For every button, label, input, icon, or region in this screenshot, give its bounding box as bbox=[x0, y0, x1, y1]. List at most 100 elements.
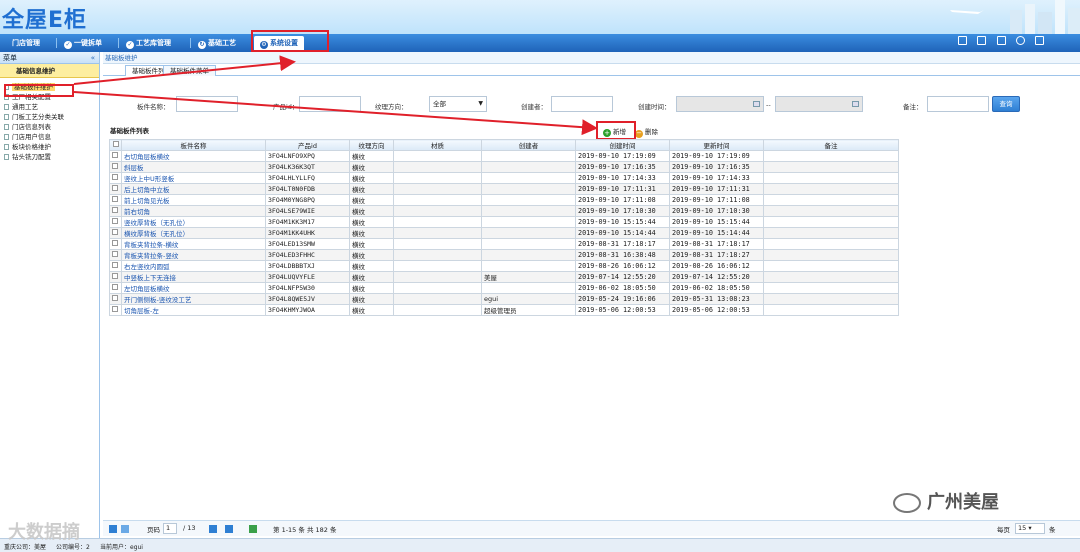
cell-name[interactable]: 开门侧侧板-竖纹没工艺 bbox=[121, 293, 266, 305]
status-bar: 重庆公司：美屋 公司编号：2 当前用户：egui bbox=[0, 538, 1080, 552]
table-row[interactable]: 开门侧侧板-竖纹没工艺 3FO4L8QWE5JV 横纹 egui 2019-05-24 … bbox=[109, 293, 899, 305]
cell-name[interactable]: 前右切角 bbox=[121, 205, 266, 217]
table-row[interactable]: 左切角层板横纹 3FO4LNFP5W30 横纹 2019-06-02 18:05:50… bbox=[109, 282, 899, 294]
table-row[interactable]: 切角层板-左 3FO4KHMYJWOA 横纹 超级管理员 2019-05-06 12:0… bbox=[109, 304, 899, 316]
table-row[interactable]: 后上切角中立板 3FO4LT0N0FDB 横纹 2019-09-10 17:11:31… bbox=[109, 183, 899, 195]
cell-name[interactable]: 左切角层板横纹 bbox=[121, 282, 266, 294]
row-checkbox[interactable] bbox=[109, 205, 122, 217]
cell-name[interactable]: 前上切角见光板 bbox=[121, 194, 266, 206]
row-checkbox[interactable] bbox=[109, 161, 122, 173]
sidebar-item-store-list[interactable]: 门店信息列表 bbox=[0, 122, 99, 132]
delete-button[interactable]: − 删除 bbox=[635, 127, 658, 138]
col-header-updated[interactable]: 更新时间 bbox=[669, 139, 764, 151]
nav-basic-process[interactable]: ↻ 基础工艺 bbox=[198, 34, 236, 52]
refresh-icon[interactable] bbox=[249, 525, 257, 533]
watermark-left: 大数据摘 bbox=[8, 522, 80, 543]
cell-name[interactable]: 背板夹背拉条-竖纹 bbox=[121, 249, 266, 261]
table-row[interactable]: 竖纹厚背板（无孔位） 3FO4M1KK3M17 横纹 2019-09-10 15:15… bbox=[109, 216, 899, 228]
product-filter-input[interactable] bbox=[299, 96, 361, 112]
col-header-product-id[interactable]: 产品id bbox=[265, 139, 350, 151]
nav-one-click-split[interactable]: ✓ 一键拆单 bbox=[64, 34, 102, 52]
cell-updated: 2019-09-10 17:11:08 bbox=[669, 194, 764, 206]
col-header-created[interactable]: 创建时间 bbox=[575, 139, 670, 151]
gear-icon[interactable] bbox=[1015, 36, 1025, 45]
cell-product-id: 3FO4KHMYJWOA bbox=[265, 304, 350, 316]
cell-name[interactable]: 横纹厚背板（无孔位） bbox=[121, 227, 266, 239]
cell-name[interactable]: 竖纹上中U形竖板 bbox=[121, 172, 266, 184]
row-checkbox[interactable] bbox=[109, 249, 122, 261]
document-icon[interactable] bbox=[977, 36, 987, 45]
breadcrumb: 基础板维护 bbox=[103, 52, 1080, 64]
row-checkbox[interactable] bbox=[109, 282, 122, 294]
table-row[interactable]: 斜层板 3FO4LK36K3QT 横纹 2019-09-10 17:16:35 2019… bbox=[109, 161, 899, 173]
row-checkbox[interactable] bbox=[109, 183, 122, 195]
remark-filter-input[interactable] bbox=[927, 96, 989, 112]
row-checkbox[interactable] bbox=[109, 293, 122, 305]
table-row[interactable]: 竖纹上中U形竖板 3FO4LHLYLLFQ 横纹 2019-09-10 17:14:3… bbox=[109, 172, 899, 184]
created-from-input[interactable] bbox=[676, 96, 764, 112]
calendar-icon[interactable] bbox=[852, 101, 859, 107]
row-checkbox[interactable] bbox=[109, 194, 122, 206]
table-row[interactable]: 前右切角 3FO4LSE79WIE 横纹 2019-09-10 17:10:30 201… bbox=[109, 205, 899, 217]
col-header-creator[interactable]: 创建者 bbox=[481, 139, 576, 151]
sidebar-group-basic-info[interactable]: 基础信息维护 bbox=[0, 64, 99, 78]
cell-material bbox=[393, 238, 482, 250]
table-row[interactable]: 右左竖纹内圆弧 3FO4LDBBBTXJ 横纹 2019-08-26 16:06:12… bbox=[109, 260, 899, 272]
cell-created: 2019-09-10 17:10:30 bbox=[575, 205, 670, 217]
sidebar-item-door-process-link[interactable]: 门板工艺分类关联 bbox=[0, 112, 99, 122]
calendar-icon[interactable] bbox=[753, 101, 760, 107]
nav-store-management[interactable]: 门店管理 bbox=[12, 34, 40, 52]
cell-name[interactable]: 中竖板上下无连接 bbox=[121, 271, 266, 283]
user-icon[interactable] bbox=[996, 36, 1006, 45]
sidebar-item-panel-price[interactable]: 板块价格维护 bbox=[0, 142, 99, 152]
row-checkbox[interactable] bbox=[109, 227, 122, 239]
col-header-remark[interactable]: 备注 bbox=[763, 139, 899, 151]
cell-name[interactable]: 后上切角中立板 bbox=[121, 183, 266, 195]
sidebar-item-store-users[interactable]: 门店用户信息 bbox=[0, 132, 99, 142]
minus-icon: − bbox=[635, 129, 643, 138]
created-to-input[interactable] bbox=[775, 96, 863, 112]
tab-basic-panel-menu[interactable]: 基础板件菜单 bbox=[163, 65, 216, 76]
grain-select[interactable]: 全部 ▼ bbox=[429, 96, 487, 112]
query-button[interactable]: 查询 bbox=[992, 96, 1020, 112]
creator-filter-input[interactable] bbox=[551, 96, 613, 112]
table-row[interactable]: 前上切角见光板 3FO4M0YNG8PQ 横纹 2019-09-10 17:11:08… bbox=[109, 194, 899, 206]
row-checkbox[interactable] bbox=[109, 271, 122, 283]
cell-name[interactable]: 右左竖纹内圆弧 bbox=[121, 260, 266, 272]
row-checkbox[interactable] bbox=[109, 304, 122, 316]
prev-page-icon[interactable] bbox=[121, 525, 129, 533]
cell-name[interactable]: 切角层板-左 bbox=[121, 304, 266, 316]
cell-name[interactable]: 背板夹背拉条-横纹 bbox=[121, 238, 266, 250]
cell-name[interactable]: 右切角层板横纹 bbox=[121, 150, 266, 162]
last-page-icon[interactable] bbox=[225, 525, 233, 533]
cell-name[interactable]: 斜层板 bbox=[121, 161, 266, 173]
sidebar-item-drill-config[interactable]: 钻头铣刀配置 bbox=[0, 152, 99, 162]
sidebar-item-general-process[interactable]: 通用工艺 bbox=[0, 102, 99, 112]
first-page-icon[interactable] bbox=[109, 525, 117, 533]
col-header-material[interactable]: 材质 bbox=[393, 139, 482, 151]
cell-name[interactable]: 竖纹厚背板（无孔位） bbox=[121, 216, 266, 228]
row-checkbox[interactable] bbox=[109, 172, 122, 184]
col-header-name[interactable]: 板件名称 bbox=[121, 139, 266, 151]
table-row[interactable]: 背板夹背拉条-横纹 3FO4LED13SMW 横纹 2019-08-31 17:18:… bbox=[109, 238, 899, 250]
next-page-icon[interactable] bbox=[209, 525, 217, 533]
page-input[interactable]: 1 bbox=[163, 523, 177, 534]
per-page-select[interactable]: 15 ▾ bbox=[1015, 523, 1045, 534]
table-row[interactable]: 横纹厚背板（无孔位） 3FO4M1KK4UHK 横纹 2019-09-10 15:14… bbox=[109, 227, 899, 239]
row-checkbox[interactable] bbox=[109, 238, 122, 250]
table-row[interactable]: 右切角层板横纹 3FO4LNFO9XPQ 横纹 2019-09-10 17:19:09… bbox=[109, 150, 899, 162]
col-header-grain[interactable]: 纹理方向 bbox=[349, 139, 394, 151]
collapse-icon[interactable]: « bbox=[91, 52, 95, 64]
document-icon bbox=[4, 154, 9, 160]
select-all-checkbox[interactable] bbox=[109, 139, 122, 151]
table-row[interactable]: 中竖板上下无连接 3FO4LUQVYFLE 横纹 美屋 2019-07-14 12:55… bbox=[109, 271, 899, 283]
name-filter-input[interactable] bbox=[176, 96, 238, 112]
monitor-icon[interactable] bbox=[958, 36, 968, 45]
nav-process-library[interactable]: ✓ 工艺库管理 bbox=[126, 34, 171, 52]
cell-creator bbox=[481, 227, 576, 239]
logout-icon[interactable] bbox=[1035, 36, 1044, 45]
row-checkbox[interactable] bbox=[109, 150, 122, 162]
row-checkbox[interactable] bbox=[109, 260, 122, 272]
table-row[interactable]: 背板夹背拉条-竖纹 3FO4LED3FHHC 横纹 2019-08-31 16:38:… bbox=[109, 249, 899, 261]
row-checkbox[interactable] bbox=[109, 216, 122, 228]
